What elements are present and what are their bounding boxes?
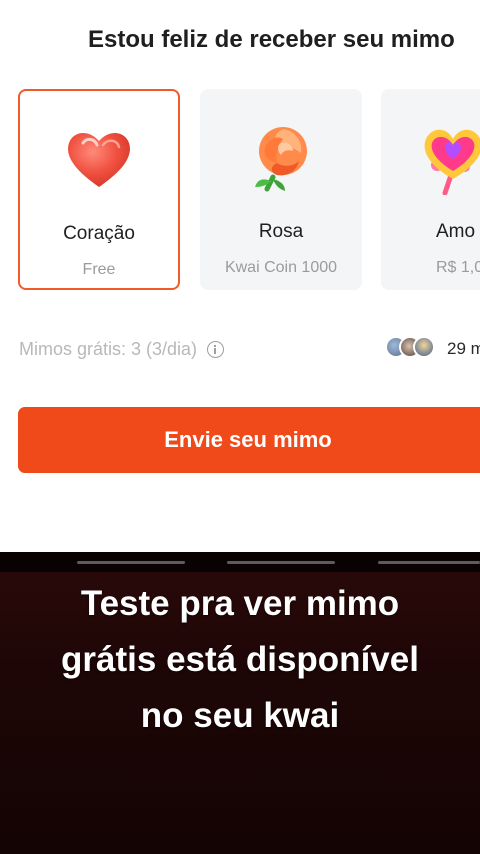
gift-name: Amo	[436, 221, 476, 242]
sender-avatars[interactable]	[385, 336, 435, 358]
gift-card-coracao[interactable]: Coração Free	[18, 89, 180, 290]
gift-card-amor[interactable]: Amo R$ 1,0	[381, 89, 480, 290]
gift-name: Coração	[63, 223, 135, 244]
progress-segment	[378, 561, 480, 564]
send-gift-button[interactable]: Envie seu mimo	[18, 407, 480, 473]
gift-price: Kwai Coin 1000	[224, 259, 338, 276]
caption-line: Teste pra ver mimo	[80, 584, 400, 623]
video-overlay[interactable]: Teste pra ver mimo grátis está disponíve…	[0, 552, 480, 854]
heart-icon	[68, 132, 130, 187]
rose-icon	[255, 127, 307, 192]
progress-segment	[77, 561, 185, 564]
progress-segment	[227, 561, 335, 564]
info-icon[interactable]	[207, 341, 225, 358]
gift-name: Rosa	[258, 221, 304, 242]
gift-price: Free	[82, 261, 116, 278]
free-gifts-row: Mimos grátis: 3 (3/dia)	[19, 339, 225, 360]
video-caption: Teste pra ver mimo grátis está disponíve…	[0, 576, 480, 744]
caption-line: no seu kwai	[140, 696, 340, 735]
sender-count[interactable]: 29 m	[447, 339, 480, 359]
panel-title: Estou feliz de receber seu mimo	[88, 26, 455, 53]
gift-panel: Estou feliz de receber seu mimo Coração …	[0, 0, 480, 552]
avatar	[413, 336, 435, 358]
heart-lollipop-icon	[424, 129, 480, 195]
caption-line: grátis está disponível	[61, 640, 419, 679]
gift-price: R$ 1,0	[436, 259, 480, 276]
video-progress-bar	[0, 552, 480, 572]
gift-card-rosa[interactable]: Rosa Kwai Coin 1000	[200, 89, 362, 290]
free-gifts-label: Mimos grátis: 3 (3/dia)	[19, 339, 198, 359]
